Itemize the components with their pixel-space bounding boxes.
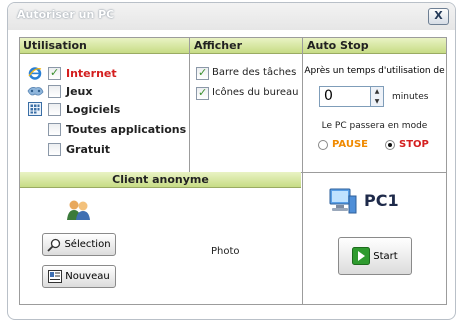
software-label: Logiciels — [66, 103, 121, 116]
title-bar: Autoriser un PC X — [8, 3, 455, 30]
client-header: Client anonyme — [20, 172, 301, 188]
minutes-spinner[interactable]: ▲ ▼ — [371, 86, 384, 107]
select-button[interactable]: Sélection — [42, 233, 116, 256]
free-label: Gratuit — [66, 143, 110, 156]
mode-label: Le PC passera en mode — [321, 121, 428, 131]
autostop-after-label: Après un temps d'utilisation de — [304, 66, 445, 76]
autostop-header: Auto Stop — [303, 38, 446, 54]
games-icon — [27, 87, 44, 96]
computer-icon — [329, 188, 357, 214]
start-button[interactable]: Start — [338, 237, 412, 275]
pause-label: PAUSE — [332, 139, 368, 150]
stop-label: STOP — [399, 139, 429, 150]
display-item-desktop-icons[interactable]: Icônes du bureau — [193, 86, 301, 102]
window-title: Autoriser un PC — [17, 8, 115, 21]
select-label: Sélection — [64, 239, 111, 250]
software-checkbox[interactable] — [48, 103, 61, 116]
internet-checkbox[interactable] — [48, 66, 61, 80]
new-card-icon — [48, 270, 63, 283]
divider-display-autostop — [302, 38, 303, 304]
display-header: Afficher — [190, 38, 302, 54]
minutes-label: minutes — [392, 92, 429, 102]
play-icon — [352, 247, 371, 265]
games-checkbox[interactable] — [48, 85, 61, 98]
users-icon — [67, 200, 90, 220]
new-label: Nouveau — [65, 271, 110, 282]
usage-item-all-apps[interactable]: Toutes applications — [23, 122, 188, 138]
free-checkbox[interactable] — [48, 143, 61, 156]
spin-down-icon[interactable]: ▼ — [371, 97, 383, 107]
display-item-taskbar[interactable]: Barre des tâches — [193, 66, 301, 82]
pause-radio[interactable] — [318, 140, 328, 150]
all-apps-label: Toutes applications — [66, 123, 187, 136]
desktop-icons-checkbox[interactable] — [196, 86, 209, 100]
spin-up-icon[interactable]: ▲ — [371, 87, 383, 97]
taskbar-checkbox[interactable] — [196, 66, 209, 80]
new-button[interactable]: Nouveau — [42, 265, 116, 288]
usage-item-games[interactable]: Jeux — [23, 84, 188, 100]
usage-item-internet[interactable]: Internet — [23, 66, 188, 82]
internet-explorer-icon — [28, 67, 42, 80]
taskbar-label: Barre des tâches — [212, 67, 297, 78]
minutes-input[interactable]: 0 — [319, 86, 371, 107]
usage-header: Utilisation — [20, 38, 189, 54]
usage-item-free[interactable]: Gratuit — [23, 142, 188, 158]
desktop-icons-label: Icônes du bureau — [212, 87, 299, 98]
start-label: Start — [373, 250, 398, 262]
divider-usage-display — [189, 38, 190, 172]
internet-label: Internet — [66, 67, 117, 80]
games-label: Jeux — [66, 85, 93, 98]
photo-label: Photo — [211, 246, 240, 257]
software-icon — [28, 102, 42, 116]
close-button[interactable]: X — [428, 8, 449, 25]
pc-name: PC1 — [364, 191, 399, 210]
stop-radio[interactable] — [385, 140, 395, 150]
all-apps-checkbox[interactable] — [48, 123, 61, 136]
usage-item-software[interactable]: Logiciels — [23, 102, 188, 118]
magnifier-icon — [47, 238, 61, 252]
